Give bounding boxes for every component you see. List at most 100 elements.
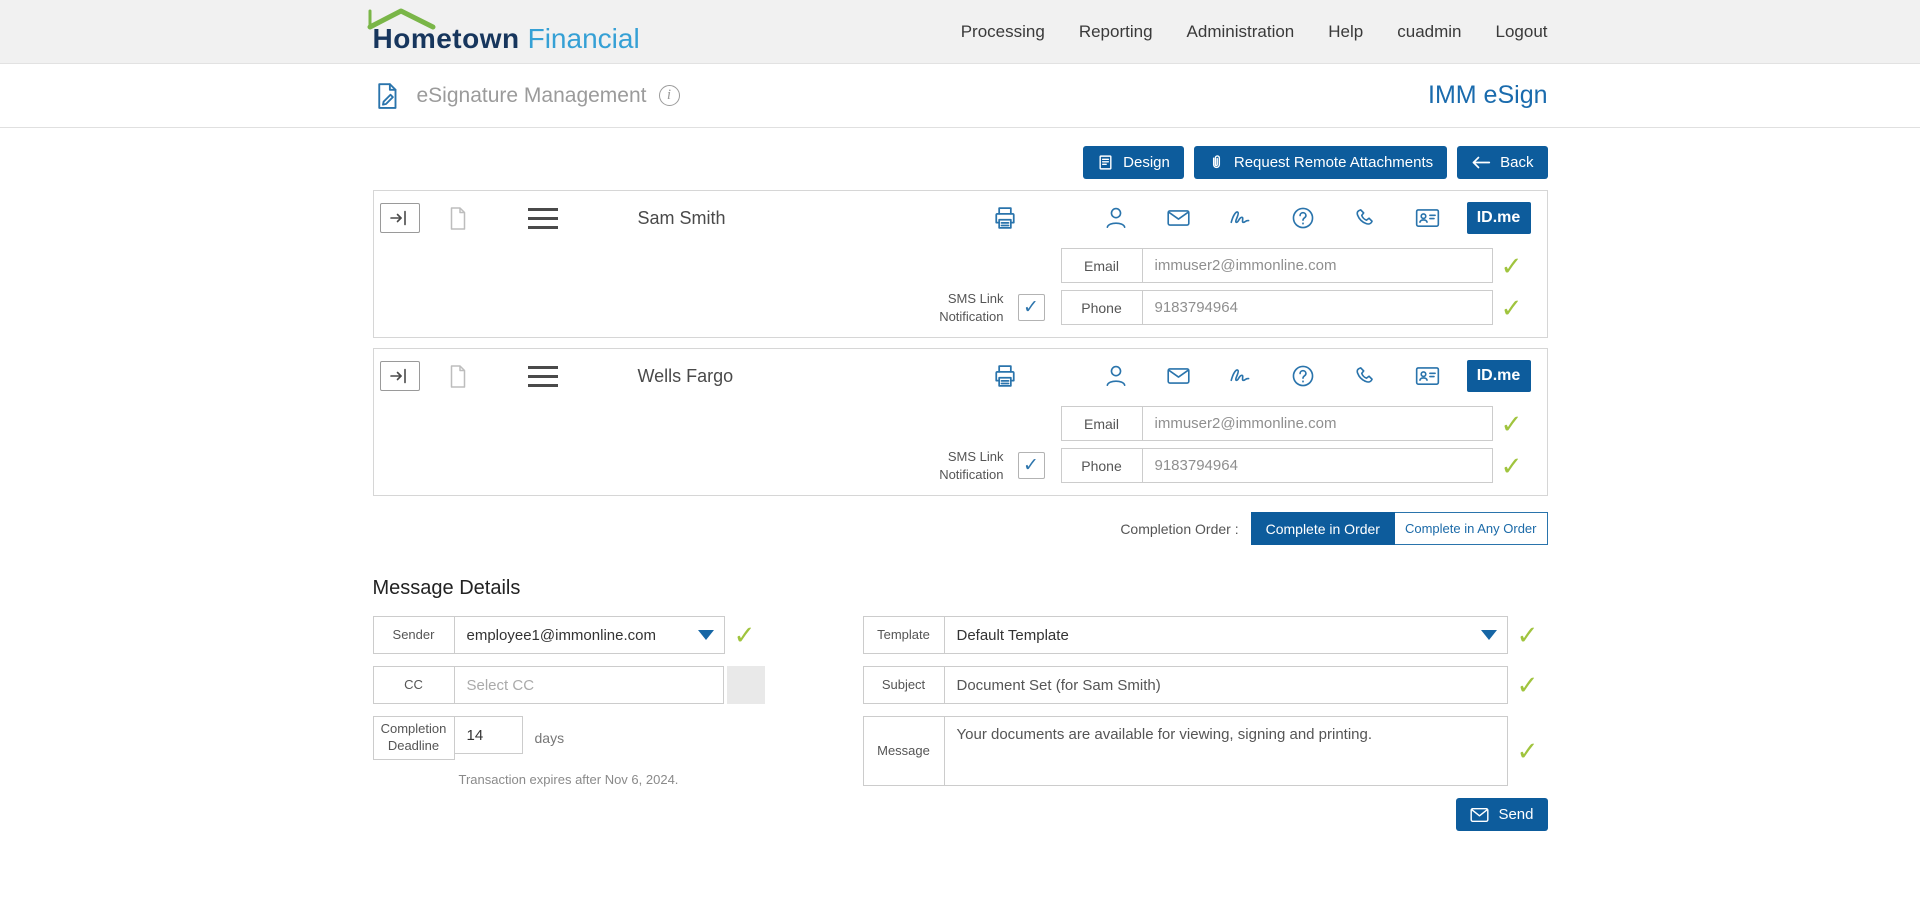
sender-valid-check-icon: ✓ — [733, 619, 756, 650]
email-valid-check-icon: ✓ — [1500, 250, 1523, 281]
message-textarea[interactable]: Your documents are available for viewing… — [944, 716, 1508, 787]
back-button[interactable]: Back — [1457, 146, 1548, 179]
sms-notification-label: SMS Link Notification — [939, 449, 1004, 482]
nav-item-processing[interactable]: Processing — [961, 22, 1045, 42]
route-signer-icon[interactable] — [379, 361, 420, 392]
email-input[interactable] — [1142, 248, 1493, 283]
phone-call-icon[interactable] — [1352, 205, 1378, 231]
email-label: Email — [1060, 406, 1143, 442]
authentication-options: ID.me — [1103, 202, 1531, 234]
signature-icon[interactable] — [1228, 363, 1254, 389]
message-label: Message — [862, 716, 945, 787]
completion-order-row: Completion Order : Complete in Order Com… — [373, 512, 1548, 546]
send-button[interactable]: Send — [1456, 798, 1548, 832]
authentication-options: ID.me — [1103, 360, 1531, 393]
photo-id-icon[interactable] — [1414, 205, 1441, 231]
expiry-note: Transaction expires after Nov 6, 2024. — [458, 771, 679, 787]
dropdown-caret-icon — [1480, 630, 1497, 641]
user-icon[interactable] — [1103, 205, 1129, 231]
security-question-icon[interactable] — [1290, 205, 1316, 231]
phone-input[interactable] — [1142, 290, 1493, 326]
phone-call-icon[interactable] — [1352, 363, 1378, 389]
design-button[interactable]: Design — [1083, 146, 1184, 179]
phone-label: Phone — [1060, 290, 1143, 326]
sender-label: Sender — [372, 616, 455, 655]
back-arrow-icon — [1471, 155, 1491, 170]
signer-panel: Sam Smith ID.me Email immuser2@immonline… — [372, 190, 1548, 339]
print-icon[interactable] — [991, 204, 1019, 232]
email-valid-check-icon: ✓ — [1500, 408, 1523, 439]
roof-icon — [367, 8, 435, 29]
completion-order-toggle: Complete in Order Complete in Any Order — [1250, 512, 1548, 546]
cc-label: CC — [372, 666, 455, 705]
nav-item-reporting[interactable]: Reporting — [1079, 22, 1153, 42]
subject-valid-check-icon: ✓ — [1516, 669, 1539, 700]
route-signer-icon[interactable] — [379, 203, 420, 233]
print-icon[interactable] — [991, 362, 1019, 390]
request-remote-attachments-label: Request Remote Attachments — [1233, 154, 1434, 171]
checkbox-check-icon: ✓ — [1023, 297, 1039, 319]
checkbox-check-icon: ✓ — [1023, 455, 1039, 477]
deadline-input[interactable] — [454, 716, 523, 755]
email-icon[interactable] — [1165, 363, 1192, 389]
idme-badge[interactable]: ID.me — [1466, 360, 1531, 393]
dropdown-caret-icon — [697, 630, 714, 641]
deadline-units: days — [534, 730, 565, 747]
send-envelope-icon — [1470, 807, 1489, 823]
photo-id-icon[interactable] — [1414, 363, 1441, 389]
email-label: Email — [1060, 248, 1143, 283]
cc-input[interactable] — [454, 666, 724, 705]
page-title: eSignature Management — [416, 83, 647, 107]
subject-input[interactable] — [944, 666, 1508, 705]
signature-icon[interactable] — [1228, 205, 1254, 231]
signer-name: Wells Fargo — [637, 365, 734, 386]
phone-valid-check-icon: ✓ — [1500, 450, 1523, 481]
complete-in-any-order-button[interactable]: Complete in Any Order — [1394, 512, 1548, 546]
main-content: Design Request Remote Attachments Back S… — [372, 146, 1548, 832]
subject-label: Subject — [862, 666, 945, 705]
phone-input[interactable] — [1142, 448, 1493, 484]
nav-item-administration[interactable]: Administration — [1187, 22, 1295, 42]
logo-suffix: Financial — [527, 22, 640, 54]
signer-panel: Wells Fargo ID.me Email immuser2@immonli… — [372, 348, 1548, 497]
esign-document-icon — [373, 81, 403, 111]
email-icon[interactable] — [1165, 205, 1192, 231]
template-label: Template — [862, 616, 945, 655]
back-button-label: Back — [1500, 154, 1534, 171]
sender-value: employee1@immonline.com — [466, 626, 656, 644]
completion-order-label: Completion Order : — [1120, 520, 1239, 537]
template-valid-check-icon: ✓ — [1516, 619, 1539, 650]
request-remote-attachments-button[interactable]: Request Remote Attachments — [1193, 146, 1448, 179]
action-toolbar: Design Request Remote Attachments Back — [373, 146, 1548, 179]
design-button-label: Design — [1123, 154, 1170, 171]
info-icon[interactable]: i — [658, 85, 680, 106]
send-button-label: Send — [1498, 806, 1534, 824]
template-select[interactable]: Default Template — [944, 616, 1508, 655]
signer-name: Sam Smith — [637, 207, 726, 228]
nav-item-username[interactable]: cuadmin — [1397, 22, 1461, 42]
drag-handle-icon[interactable] — [527, 365, 558, 387]
complete-in-order-button[interactable]: Complete in Order — [1250, 512, 1395, 546]
sender-select[interactable]: employee1@immonline.com — [454, 616, 725, 655]
nav-item-logout[interactable]: Logout — [1496, 22, 1548, 42]
sms-checkbox[interactable]: ✓ — [1017, 294, 1045, 322]
main-nav: Processing Reporting Administration Help… — [961, 22, 1548, 42]
document-status-icon — [448, 364, 468, 389]
drag-handle-icon[interactable] — [527, 207, 558, 229]
cc-disabled-slot — [726, 666, 765, 705]
document-status-icon — [448, 206, 468, 231]
security-question-icon[interactable] — [1290, 363, 1316, 389]
sms-checkbox[interactable]: ✓ — [1017, 452, 1045, 480]
logo: Hometown Financial — [367, 8, 640, 55]
template-value: Default Template — [956, 626, 1069, 644]
message-details-title: Message Details — [372, 577, 521, 600]
message-details-form: Sender employee1@immonline.com ✓ CC Comp… — [372, 616, 1548, 832]
user-icon[interactable] — [1103, 363, 1129, 389]
top-navigation-bar: Hometown Financial Processing Reporting … — [0, 0, 1920, 64]
product-brand: IMM eSign — [1428, 81, 1548, 109]
phone-label: Phone — [1060, 448, 1143, 484]
nav-item-help[interactable]: Help — [1328, 22, 1363, 42]
email-input[interactable] — [1142, 406, 1493, 442]
paperclip-icon — [1208, 154, 1225, 171]
idme-badge[interactable]: ID.me — [1466, 202, 1531, 234]
